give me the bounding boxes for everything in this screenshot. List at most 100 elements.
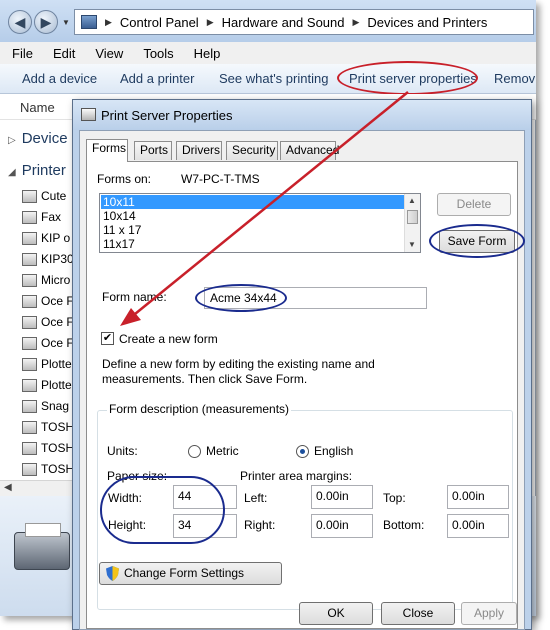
- add-device-button[interactable]: Add a device: [22, 71, 97, 86]
- dialog-titlebar[interactable]: Print Server Properties: [73, 100, 531, 130]
- breadcrumb-control-panel[interactable]: Control Panel: [120, 15, 199, 30]
- list-item[interactable]: 10x14: [101, 209, 404, 223]
- bottom-margin-label: Bottom:: [383, 518, 425, 532]
- back-arrow-icon[interactable]: ◀: [8, 10, 32, 34]
- printer-icon: [22, 462, 37, 476]
- tab-advanced[interactable]: Advanced: [280, 141, 339, 160]
- top-margin-label: Top:: [383, 491, 406, 505]
- list-item[interactable]: Oce F: [22, 291, 74, 311]
- list-item[interactable]: Plotte: [22, 375, 72, 395]
- printer-large-icon: [14, 523, 70, 570]
- right-margin-input[interactable]: 0.00in: [311, 514, 373, 538]
- metric-label[interactable]: Metric: [206, 444, 239, 458]
- ok-button[interactable]: OK: [299, 602, 373, 625]
- list-item[interactable]: Plotte: [22, 354, 72, 374]
- menu-help[interactable]: Help: [194, 46, 221, 61]
- menu-file[interactable]: File: [12, 46, 33, 61]
- instruction-text: Define a new form by editing the existin…: [102, 357, 375, 386]
- printer-icon: [22, 294, 37, 308]
- tab-drivers[interactable]: Drivers: [176, 141, 222, 160]
- group-devices[interactable]: ▷ Device: [8, 130, 68, 147]
- column-header-name[interactable]: Name: [20, 100, 55, 115]
- printer-icon: [22, 252, 37, 266]
- tab-forms[interactable]: Forms: [86, 139, 128, 162]
- recent-pages-chevron-icon[interactable]: ▼: [62, 18, 70, 27]
- collapse-triangle-icon[interactable]: ◢: [8, 167, 16, 178]
- printer-icon: [81, 108, 96, 121]
- bottom-margin-input[interactable]: 0.00in: [447, 514, 509, 538]
- list-item[interactable]: 11x17: [101, 237, 404, 251]
- forms-tab-panel: Forms on: W7-PC-T-TMS 10x11 10x14 11 x 1…: [86, 161, 525, 629]
- printer-icon: [22, 399, 37, 413]
- horizontal-scrollbar[interactable]: ◀: [0, 480, 76, 496]
- printer-icon: [22, 231, 37, 245]
- printer-margins-label: Printer area margins:: [240, 469, 353, 483]
- breadcrumb-separator-icon[interactable]: ▶: [207, 17, 214, 28]
- scroll-down-icon[interactable]: ▼: [408, 240, 416, 249]
- apply-button[interactable]: Apply: [461, 602, 517, 625]
- add-printer-button[interactable]: Add a printer: [120, 71, 194, 86]
- printer-icon: [22, 273, 37, 287]
- control-panel-icon: [81, 15, 97, 29]
- remove-device-button[interactable]: Remov: [494, 71, 535, 86]
- list-item[interactable]: Oce F: [22, 333, 74, 353]
- menu-view[interactable]: View: [95, 46, 123, 61]
- forms-list-scrollbar[interactable]: ▲ ▼: [404, 194, 420, 252]
- see-whats-printing-button[interactable]: See what's printing: [219, 71, 328, 86]
- device-list: ▷ Device ◢ Printer Cute Fax KIP o KIP30 Mi…: [0, 120, 80, 490]
- create-new-form-checkbox[interactable]: ✔: [101, 332, 114, 345]
- uac-shield-icon: [106, 566, 119, 581]
- list-item[interactable]: TOSH: [22, 438, 74, 458]
- group-printers[interactable]: ◢ Printer: [8, 162, 66, 179]
- list-item[interactable]: Snag: [22, 396, 69, 416]
- menu-bar: File Edit View Tools Help: [0, 42, 536, 64]
- units-label: Units:: [107, 444, 138, 458]
- form-name-label: Form name:: [102, 290, 167, 304]
- scrollbar-thumb[interactable]: [407, 210, 418, 224]
- list-item[interactable]: TOSH: [22, 417, 74, 437]
- menu-tools[interactable]: Tools: [143, 46, 173, 61]
- breadcrumb-hardware-sound[interactable]: Hardware and Sound: [222, 15, 345, 30]
- left-margin-input[interactable]: 0.00in: [311, 485, 373, 509]
- forms-listbox[interactable]: 10x11 10x14 11 x 17 11x17 ▲ ▼: [99, 193, 421, 253]
- forms-on-label: Forms on:: [97, 172, 152, 186]
- list-item[interactable]: Micro: [22, 270, 70, 290]
- menu-edit[interactable]: Edit: [53, 46, 75, 61]
- left-margin-label: Left:: [244, 491, 268, 505]
- expand-triangle-icon[interactable]: ▷: [8, 135, 16, 146]
- change-form-settings-label: Change Form Settings: [124, 566, 245, 580]
- top-margin-input[interactable]: 0.00in: [447, 485, 509, 509]
- forward-arrow-icon[interactable]: ▶: [34, 10, 58, 34]
- address-bar[interactable]: ▶ Control Panel ▶ Hardware and Sound ▶ D…: [74, 9, 534, 35]
- printer-icon: [22, 315, 37, 329]
- list-item[interactable]: Oce F: [22, 312, 74, 332]
- scroll-up-icon[interactable]: ▲: [408, 196, 416, 205]
- scroll-left-icon[interactable]: ◀: [4, 482, 12, 493]
- change-form-settings-button[interactable]: Change Form Settings: [99, 562, 282, 585]
- dialog-title: Print Server Properties: [101, 108, 233, 123]
- english-label[interactable]: English: [314, 444, 353, 458]
- form-description-legend: Form description (measurements): [107, 402, 292, 416]
- printer-icon: [22, 378, 37, 392]
- list-item[interactable]: Fax: [22, 207, 61, 227]
- tab-ports[interactable]: Ports: [134, 141, 172, 160]
- server-name: W7-PC-T-TMS: [181, 172, 260, 186]
- breadcrumb-devices-printers[interactable]: Devices and Printers: [367, 15, 487, 30]
- tab-security[interactable]: Security: [226, 141, 278, 160]
- annotation-ellipse-save-form: [429, 224, 525, 258]
- explorer-titlebar: ◀ ▶ ▼ ▶ Control Panel ▶ Hardware and Sou…: [0, 0, 536, 42]
- delete-form-button[interactable]: Delete: [437, 193, 511, 216]
- create-new-form-label[interactable]: Create a new form: [119, 332, 218, 346]
- list-item[interactable]: TOSH: [22, 459, 74, 479]
- list-item[interactable]: Cute: [22, 186, 66, 206]
- metric-radio[interactable]: [188, 445, 201, 458]
- breadcrumb-separator-icon[interactable]: ▶: [105, 17, 112, 28]
- list-item[interactable]: KIP30: [22, 249, 74, 269]
- printer-icon: [22, 441, 37, 455]
- list-item[interactable]: KIP o: [22, 228, 70, 248]
- list-item[interactable]: 10x11: [101, 195, 404, 209]
- list-item[interactable]: 11 x 17: [101, 223, 404, 237]
- english-radio[interactable]: [296, 445, 309, 458]
- breadcrumb-separator-icon[interactable]: ▶: [352, 17, 359, 28]
- close-button[interactable]: Close: [381, 602, 455, 625]
